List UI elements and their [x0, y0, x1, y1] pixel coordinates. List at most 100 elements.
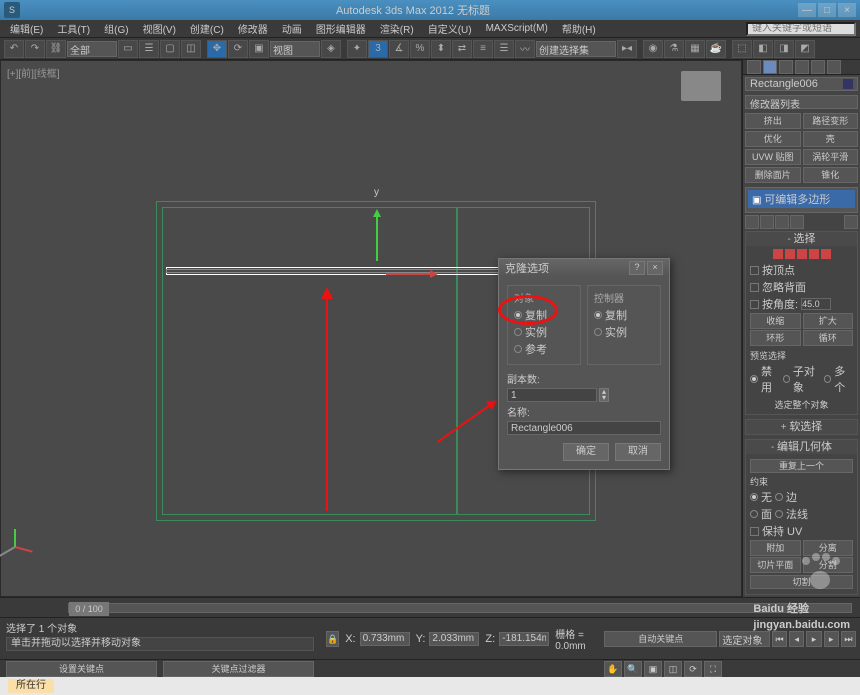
extras-icon[interactable]: ◩	[795, 40, 815, 58]
stack-pin-icon[interactable]	[745, 215, 759, 229]
link-icon[interactable]: ⛓	[46, 40, 66, 58]
coord-z-input[interactable]	[499, 632, 549, 646]
mod-shell[interactable]: 壳	[803, 131, 859, 147]
coord-x-input[interactable]	[360, 632, 410, 646]
minimize-button[interactable]: —	[798, 3, 816, 17]
select-name-icon[interactable]: ☰	[139, 40, 159, 58]
rollout-soft-selection[interactable]: + 软选择	[746, 420, 857, 434]
dialog-close-icon[interactable]: ×	[647, 261, 663, 275]
stack-editable-poly[interactable]: ▣ 可编辑多边形	[748, 190, 855, 208]
ref-coord-system[interactable]: 视图	[270, 41, 320, 57]
nav-maximize-icon[interactable]: ⛶	[704, 661, 722, 677]
mirror2-icon[interactable]: ▸◂	[617, 40, 637, 58]
object-color-swatch[interactable]	[843, 79, 853, 89]
mod-turbosmooth[interactable]: 涡轮平滑	[803, 149, 859, 165]
shrink-button[interactable]: 收缩	[750, 313, 801, 329]
manip-icon[interactable]: ✦	[347, 40, 367, 58]
time-marker[interactable]: 0 / 100	[69, 602, 109, 616]
maximize-button[interactable]: □	[818, 3, 836, 17]
mod-pathdeform[interactable]: 路径变形	[803, 113, 859, 129]
prev-frame-icon[interactable]: ◂	[789, 631, 804, 647]
repeat-last-button[interactable]: 重复上一个	[750, 459, 853, 473]
stack-show-icon[interactable]	[760, 215, 774, 229]
menu-customize[interactable]: 自定义(U)	[422, 21, 478, 36]
graphite-icon[interactable]: ◧	[753, 40, 773, 58]
mod-uvwmap[interactable]: UVW 贴图	[745, 149, 801, 165]
menu-views[interactable]: 视图(V)	[137, 21, 182, 36]
menu-group[interactable]: 组(G)	[98, 21, 134, 36]
dialog-titlebar[interactable]: 克隆选项 ? ×	[499, 259, 669, 277]
layers-icon[interactable]: ☰	[494, 40, 514, 58]
menu-help[interactable]: 帮助(H)	[556, 21, 602, 36]
scale-icon[interactable]: ▣	[249, 40, 269, 58]
menu-edit[interactable]: 编辑(E)	[4, 21, 49, 36]
viewcube[interactable]	[681, 71, 721, 101]
object-reference-radio[interactable]	[514, 345, 522, 353]
constraint-edge-radio[interactable]	[775, 493, 783, 501]
curve-editor-icon[interactable]: 〰	[515, 40, 535, 58]
constraint-normal-radio[interactable]	[775, 510, 783, 518]
align-icon[interactable]: ≡	[473, 40, 493, 58]
ok-button[interactable]: 确定	[563, 443, 609, 461]
spinner-up-icon[interactable]: ▴▾	[599, 388, 609, 402]
constraint-none-radio[interactable]	[750, 493, 758, 501]
stack-unique-icon[interactable]	[775, 215, 789, 229]
loop-button[interactable]: 循环	[803, 330, 854, 346]
ctrl-instance-radio[interactable]	[594, 328, 602, 336]
subobj-poly-icon[interactable]	[809, 249, 819, 259]
time-slider[interactable]: 0 / 100	[0, 597, 860, 617]
subobj-vertex-icon[interactable]	[773, 249, 783, 259]
menu-modifiers[interactable]: 修改器	[232, 21, 274, 36]
select-icon[interactable]: ▭	[118, 40, 138, 58]
help-search-input[interactable]	[746, 22, 856, 36]
mod-extrude[interactable]: 挤出	[745, 113, 801, 129]
display-tab-icon[interactable]	[811, 60, 825, 74]
nav-fov-icon[interactable]: ◫	[664, 661, 682, 677]
utilities-tab-icon[interactable]	[827, 60, 841, 74]
rollout-selection[interactable]: - 选择	[746, 232, 857, 246]
subobj-edge-icon[interactable]	[785, 249, 795, 259]
modify-tab-icon[interactable]	[763, 60, 777, 74]
pivot-icon[interactable]: ◈	[321, 40, 341, 58]
object-instance-radio[interactable]	[514, 328, 522, 336]
motion-tab-icon[interactable]	[795, 60, 809, 74]
rollout-edit-geometry[interactable]: - 编辑几何体	[746, 440, 857, 454]
close-button[interactable]: ×	[838, 3, 856, 17]
subobj-border-icon[interactable]	[797, 249, 807, 259]
grow-button[interactable]: 扩大	[803, 313, 854, 329]
next-frame-icon[interactable]: ▸	[824, 631, 839, 647]
angle-input[interactable]	[801, 298, 831, 310]
constraint-face-radio[interactable]	[750, 510, 758, 518]
slice-plane-button[interactable]: 切片平面	[750, 557, 801, 573]
select-region-icon[interactable]: ▢	[160, 40, 180, 58]
snap-icon[interactable]: 3	[368, 40, 388, 58]
setkey-button[interactable]: 设置关键点	[6, 661, 157, 677]
nav-orbit-icon[interactable]: ⟳	[684, 661, 702, 677]
preview-multi-radio[interactable]	[824, 375, 831, 383]
viewport-label[interactable]: [+][前][线框]	[7, 65, 60, 80]
schematic-icon[interactable]: ⬚	[732, 40, 752, 58]
modifier-list[interactable]: 修改器列表	[745, 95, 858, 109]
autokey-button[interactable]: 自动关键点	[604, 631, 717, 647]
spinner-snap-icon[interactable]: ⬍	[431, 40, 451, 58]
ring-button[interactable]: 环形	[750, 330, 801, 346]
hierarchy-tab-icon[interactable]	[779, 60, 793, 74]
keyfilter-button[interactable]: 关键点过滤器	[163, 661, 314, 677]
redo-icon[interactable]: ↷	[25, 40, 45, 58]
listener-icon[interactable]: ◨	[774, 40, 794, 58]
menu-maxscript[interactable]: MAXScript(M)	[480, 23, 554, 34]
menu-rendering[interactable]: 渲染(R)	[374, 21, 420, 36]
mod-deletepatch[interactable]: 删除面片	[745, 167, 801, 183]
preview-subobj-radio[interactable]	[783, 375, 790, 383]
menu-tools[interactable]: 工具(T)	[51, 21, 96, 36]
window-crossing-icon[interactable]: ◫	[181, 40, 201, 58]
dialog-help-icon[interactable]: ?	[629, 261, 645, 275]
ignore-backfacing-check[interactable]	[750, 283, 759, 292]
mirror-icon[interactable]: ⇄	[452, 40, 472, 58]
object-name-field[interactable]: Rectangle006	[745, 77, 858, 91]
by-angle-check[interactable]	[750, 300, 759, 309]
selection-filter[interactable]: 全部	[67, 41, 117, 57]
nav-zoom-icon[interactable]: 🔍	[624, 661, 642, 677]
named-sel-set[interactable]: 创建选择集	[536, 41, 616, 57]
move-icon[interactable]: ✥	[207, 40, 227, 58]
